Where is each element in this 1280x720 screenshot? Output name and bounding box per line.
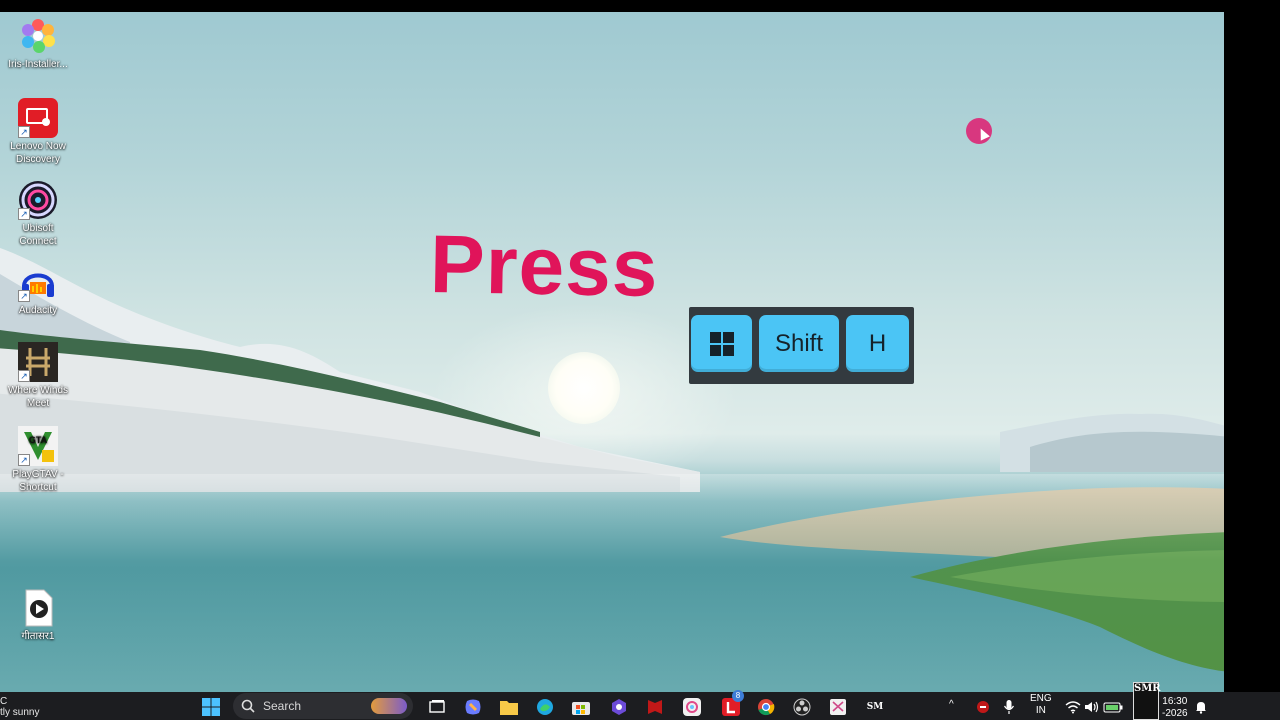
search-highlight-icon xyxy=(371,698,407,714)
press-overlay-text: Press xyxy=(429,219,660,314)
mcafee-icon xyxy=(648,700,662,714)
desktop-icon-media-file[interactable]: गीतासर1 xyxy=(3,588,73,643)
wifi-icon xyxy=(1065,701,1081,714)
windows-start-icon xyxy=(202,698,220,716)
taskbar-obs[interactable] xyxy=(791,696,813,718)
search-icon xyxy=(241,699,255,713)
volume-icon xyxy=(1085,701,1099,713)
iris-installer-icon xyxy=(18,16,58,56)
desktop-icon-audacity[interactable]: ↗ Audacity xyxy=(3,262,73,317)
desktop-icon-gtav[interactable]: GTA ↗ PlayGTAV - Shortcut xyxy=(3,426,73,494)
screen: Iris-Installer... ↗ Lenovo Now Discovery xyxy=(0,0,1280,720)
battery-charging-icon xyxy=(1103,702,1123,713)
key-shift: Shift xyxy=(759,315,839,372)
purple-hex-icon xyxy=(612,699,626,715)
tray-battery[interactable] xyxy=(1102,696,1124,718)
desktop-icon-label: गीतासर1 xyxy=(21,631,55,642)
taskbar-search-box[interactable]: Search xyxy=(233,693,413,719)
taskbar-chrome[interactable] xyxy=(755,696,777,718)
tray-mcafee[interactable] xyxy=(972,696,994,718)
clock[interactable]: 16:30 -2026 xyxy=(1162,696,1188,720)
weather-condition: tly sunny xyxy=(0,707,40,718)
desktop-wallpaper: Iris-Installer... ↗ Lenovo Now Discovery xyxy=(0,12,1224,692)
store-icon xyxy=(572,702,590,715)
desktop-icon-label: PlayGTAV - Shortcut xyxy=(12,469,64,493)
key-h: H xyxy=(846,315,909,372)
lake-reflection xyxy=(0,474,1224,692)
tray-microphone[interactable] xyxy=(998,696,1020,718)
chrome-icon xyxy=(758,699,775,716)
notifications-button[interactable] xyxy=(1190,696,1212,718)
chevron-up-icon: ^ xyxy=(949,699,954,710)
bell-icon xyxy=(1196,702,1206,714)
taskbar-mcafee[interactable] xyxy=(644,696,666,718)
language-code: ENG xyxy=(1030,693,1052,704)
desktop-icon-label: Lenovo Now Discovery xyxy=(10,141,66,165)
language-region: IN xyxy=(1035,705,1046,716)
folder-icon xyxy=(500,701,518,715)
taskbar-lenovo-vantage[interactable]: 8 xyxy=(720,690,744,718)
show-hidden-icons-button[interactable]: ^ xyxy=(949,699,954,710)
task-view-icon xyxy=(429,700,445,713)
desktop-icon-label: Audacity xyxy=(18,305,58,316)
notification-badge: 8 xyxy=(732,690,744,702)
keyboard-shortcut-overlay: Shift H xyxy=(689,307,914,384)
desktop-icon-label: Ubisoft Connect xyxy=(19,223,57,247)
search-placeholder: Search xyxy=(263,699,302,713)
desktop-icon-ubisoft[interactable]: ↗ Ubisoft Connect xyxy=(3,180,73,248)
smr-logo-icon: SM xyxy=(866,702,884,712)
task-view-button[interactable] xyxy=(426,696,448,718)
tray-security-icon xyxy=(977,701,989,713)
gtav-icon: GTA ↗ xyxy=(18,426,58,466)
desktop-icon-iris-installer[interactable]: Iris-Installer... xyxy=(3,16,73,71)
taskbar-smr-app[interactable]: SM xyxy=(864,696,886,718)
key-windows xyxy=(691,315,752,372)
desktop-icon-label: Where Winds Meet xyxy=(7,385,68,409)
language-switcher[interactable]: ENG IN xyxy=(1030,693,1052,717)
audacity-icon: ↗ xyxy=(18,262,58,302)
taskbar-file-explorer[interactable] xyxy=(498,696,520,718)
obs-icon xyxy=(793,698,811,716)
media-file-icon xyxy=(18,588,58,628)
taskbar-copilot[interactable] xyxy=(462,696,484,718)
desktop-icon-where-winds-meet[interactable]: ↗ Where Winds Meet xyxy=(3,342,73,410)
where-winds-meet-icon: ↗ xyxy=(18,342,58,382)
clock-date: -2026 xyxy=(1162,708,1188,719)
desktop-icon-lenovo-now[interactable]: ↗ Lenovo Now Discovery xyxy=(3,98,73,166)
watermark-logo: SMR xyxy=(1133,682,1161,720)
microphone-icon xyxy=(1003,700,1015,714)
windows-logo-icon xyxy=(709,331,734,356)
taskbar: C tly sunny Search 8 SM ^ ENG IN SMR 16:… xyxy=(0,682,1280,720)
svg-text:GTA: GTA xyxy=(29,435,48,445)
ubisoft-connect-icon: ↗ xyxy=(18,180,58,220)
snipping-tool-icon xyxy=(830,699,846,715)
tray-volume[interactable] xyxy=(1081,696,1103,718)
taskbar-store[interactable] xyxy=(570,696,592,718)
copilot-icon xyxy=(465,699,481,715)
edge-icon xyxy=(537,699,553,715)
weather-widget[interactable]: C tly sunny xyxy=(0,696,39,718)
taskbar-edge[interactable] xyxy=(534,696,556,718)
start-button[interactable] xyxy=(200,696,222,718)
weather-temperature: C xyxy=(0,696,8,707)
flower-app-icon xyxy=(683,698,701,716)
taskbar-snipping-tool[interactable] xyxy=(827,696,849,718)
lenovo-now-icon: ↗ xyxy=(18,98,58,138)
clock-time: 16:30 xyxy=(1162,696,1188,707)
desktop-icon-label: Iris-Installer... xyxy=(8,59,68,70)
sun xyxy=(548,352,620,424)
taskbar-photos[interactable] xyxy=(681,696,703,718)
taskbar-app-shield[interactable] xyxy=(608,696,630,718)
